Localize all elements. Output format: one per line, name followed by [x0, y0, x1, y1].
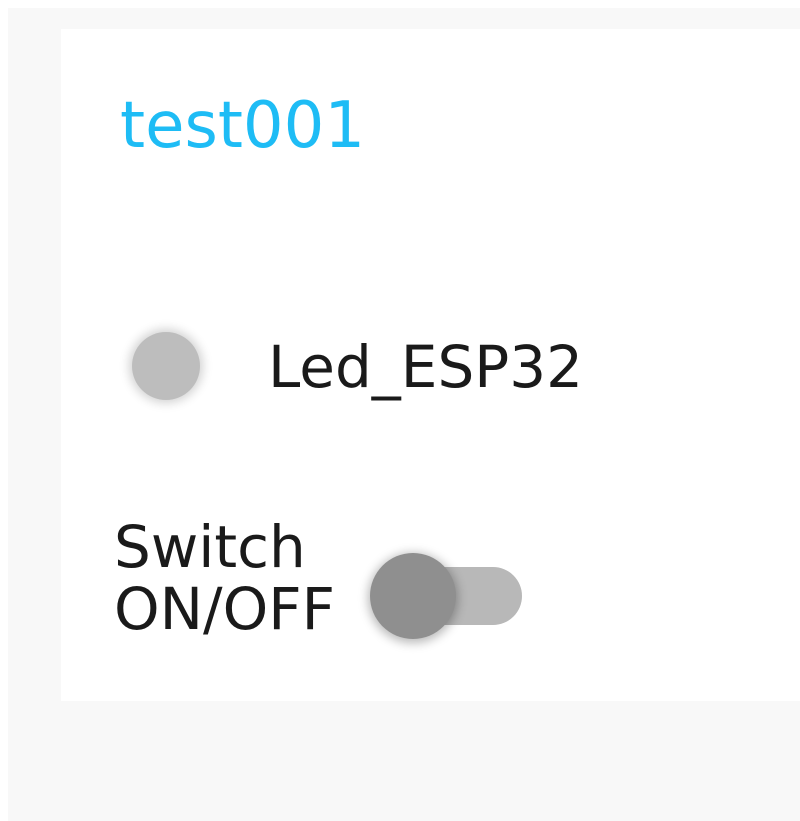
toggle-knob[interactable]	[370, 553, 456, 639]
switch-label: Switch ON/OFF	[114, 516, 374, 640]
led-indicator-icon	[132, 332, 200, 400]
on-off-toggle-switch[interactable]	[370, 553, 522, 639]
card-title: test001	[120, 89, 366, 163]
led-label: Led_ESP32	[268, 333, 584, 401]
switch-label-line1: Switch	[114, 513, 306, 581]
switch-label-line2: ON/OFF	[114, 575, 335, 643]
